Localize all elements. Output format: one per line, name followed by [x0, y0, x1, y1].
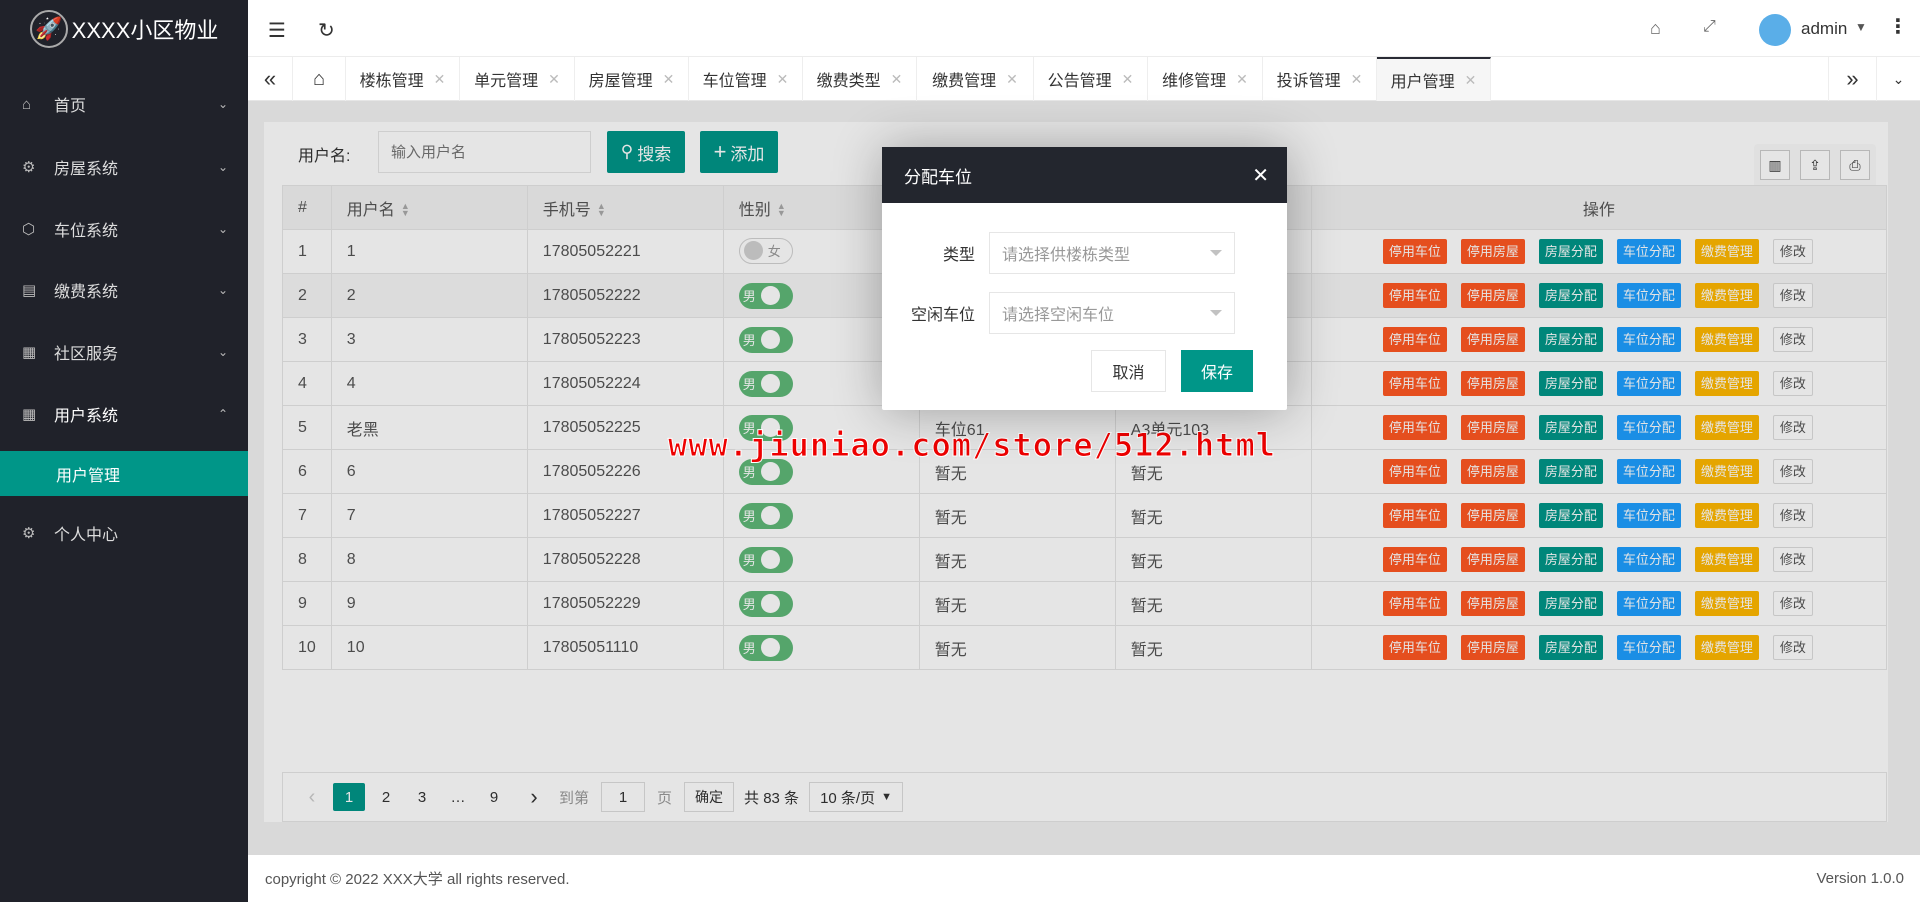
sidebar-item-label: 首页 [54, 98, 87, 115]
menu-collapse-icon[interactable]: ☰ [268, 18, 286, 43]
home-icon: ⌂ [312, 67, 326, 90]
tabs-menu-button[interactable]: ⌄ [1877, 57, 1920, 101]
chevron-down-icon: ⌄ [217, 283, 228, 297]
chevron-down-icon: ⌄ [217, 222, 228, 236]
gear-icon: ⚙ [22, 525, 36, 542]
sidebar-item-parking-system[interactable]: ⬡ 车位系统 ⌄ [0, 204, 248, 254]
home-icon: ⌂ [22, 95, 32, 113]
tab-item[interactable]: 缴费管理 ✕ [917, 57, 1034, 101]
tab-item[interactable]: 公告管理 ✕ [1034, 57, 1148, 101]
caret-down-icon [1210, 250, 1222, 262]
save-button[interactable]: 保存 [1181, 350, 1253, 392]
tab-item[interactable]: 投诉管理 ✕ [1263, 57, 1377, 101]
logo: 🚀 XXXX小区物业 [0, 0, 248, 57]
close-icon[interactable]: ✕ [1465, 72, 1477, 89]
tab-item[interactable]: 维修管理 ✕ [1148, 57, 1263, 101]
sidebar-item-label: 车位系统 [54, 223, 119, 240]
close-icon[interactable]: ✕ [1122, 71, 1134, 88]
chevron-down-icon: ⌄ [217, 160, 228, 174]
close-icon[interactable]: ✕ [777, 71, 789, 88]
tab-label: 车位管理 [702, 73, 767, 90]
free-slot-placeholder: 请选择空闲车位 [1002, 307, 1115, 324]
close-icon[interactable]: ✕ [1006, 71, 1018, 88]
tabs-scroll-left-button[interactable]: « [248, 57, 293, 101]
sidebar-item-payment-system[interactable]: ▤ 缴费系统 ⌄ [0, 265, 248, 315]
sidebar-item-user-management[interactable]: 用户管理 [0, 451, 248, 496]
sidebar-item-personal-center[interactable]: ⚙ 个人中心 [0, 508, 248, 558]
sidebar-item-user-system[interactable]: ▦ 用户系统 ⌃ [0, 389, 248, 439]
version: Version 1.0.0 [1816, 870, 1904, 887]
modal-header: 分配车位 ✕ [882, 147, 1287, 203]
sidebar-item-label: 用户管理 [56, 467, 121, 485]
tab-label: 房屋管理 [588, 73, 653, 90]
free-slot-label: 空闲车位 [910, 307, 975, 324]
sidebar-item-home[interactable]: ⌂ 首页 ⌄ [0, 79, 248, 129]
fullscreen-icon[interactable]: ⤢ [1703, 18, 1716, 36]
tag-icon[interactable]: ⌂ [1650, 18, 1661, 39]
close-icon[interactable]: ✕ [434, 71, 446, 88]
type-select-placeholder: 请选择供楼栋类型 [1002, 247, 1131, 264]
apps-icon: ▦ [22, 406, 37, 423]
tab-label: 投诉管理 [1276, 73, 1341, 90]
sidebar-item-house-system[interactable]: ⚙ 房屋系统 ⌄ [0, 142, 248, 192]
tab-label: 单元管理 [474, 73, 539, 90]
close-icon[interactable]: ✕ [1351, 71, 1363, 88]
sidebar-item-label: 个人中心 [54, 527, 119, 544]
close-icon[interactable]: ✕ [1236, 71, 1248, 88]
assign-parking-modal: 分配车位 ✕ 类型 请选择供楼栋类型 空闲车位 请选择空闲车位 取消 保存 [882, 147, 1287, 410]
tab-label: 维修管理 [1162, 73, 1227, 90]
tab-label: 用户管理 [1390, 74, 1455, 91]
modal-title: 分配车位 [904, 167, 972, 187]
tab-item[interactable]: 房屋管理 ✕ [575, 57, 689, 101]
caret-down-icon [1210, 310, 1222, 322]
sidebar-item-label: 房屋系统 [54, 161, 119, 178]
cancel-button[interactable]: 取消 [1091, 350, 1166, 392]
chevron-down-icon: ⌄ [217, 345, 228, 359]
user-name[interactable]: admin [1801, 19, 1847, 39]
book-icon: ▤ [22, 282, 37, 299]
tab-home[interactable]: ⌂ [293, 57, 346, 101]
more-vertical-icon[interactable]: ⋮ [1888, 14, 1908, 39]
rocket-logo-icon: 🚀 [29, 9, 68, 48]
sidebar: 🚀 XXXX小区物业 ⌂ 首页 ⌄ ⚙ 房屋系统 ⌄ ⬡ 车位系统 ⌄ ▤ 缴费系统 ⌄ ▦ 社区… [0, 0, 248, 902]
avatar[interactable] [1759, 14, 1791, 46]
tab-item[interactable]: 楼栋管理 ✕ [346, 57, 460, 101]
caret-down-icon[interactable]: ▼ [1855, 20, 1867, 34]
close-icon[interactable]: ✕ [1252, 163, 1269, 188]
free-slot-select[interactable]: 请选择空闲车位 [989, 292, 1235, 334]
sidebar-item-label: 社区服务 [54, 346, 119, 363]
type-select[interactable]: 请选择供楼栋类型 [989, 232, 1235, 274]
sidebar-item-label: 用户系统 [54, 408, 119, 425]
footer: copyright © 2022 XXX大学 all rights reserv… [248, 855, 1920, 902]
tab-item[interactable]: 单元管理 ✕ [460, 57, 575, 101]
apps-icon: ▦ [22, 344, 37, 361]
tab-item[interactable]: 用户管理 ✕ [1377, 57, 1491, 101]
type-label: 类型 [942, 247, 975, 264]
chevron-up-icon: ⌃ [217, 407, 228, 421]
gear-icon: ⚙ [22, 159, 36, 176]
app-title: XXXX小区物业 [71, 17, 219, 43]
close-icon[interactable]: ✕ [548, 71, 560, 88]
tab-label: 缴费管理 [932, 73, 997, 90]
tab-label: 公告管理 [1047, 73, 1112, 90]
top-header: ☰ ↻ ⌂ ⤢ admin ▼ ⋮ [248, 0, 1920, 57]
sidebar-item-community[interactable]: ▦ 社区服务 ⌄ [0, 327, 248, 377]
tab-bar: « ⌂ 楼栋管理 ✕ 单元管理 ✕ 房屋管理 ✕ 车位管理 ✕ 缴费类型 ✕ 缴费管理 ✕ 公告管理 ✕ 维… [248, 57, 1920, 101]
tab-label: 缴费类型 [816, 73, 881, 90]
cube-icon: ⬡ [22, 221, 36, 238]
chevron-down-icon: ⌄ [217, 97, 228, 111]
tab-item[interactable]: 缴费类型 ✕ [803, 57, 917, 101]
close-icon[interactable]: ✕ [891, 71, 903, 88]
refresh-icon[interactable]: ↻ [318, 18, 335, 43]
sidebar-item-label: 缴费系统 [54, 284, 119, 301]
copyright: copyright © 2022 XXX大学 all rights reserv… [265, 871, 570, 888]
tab-label: 楼栋管理 [359, 73, 424, 90]
close-icon[interactable]: ✕ [663, 71, 675, 88]
tab-item[interactable]: 车位管理 ✕ [689, 57, 803, 101]
tabs-scroll-right-button[interactable]: » [1828, 57, 1877, 101]
